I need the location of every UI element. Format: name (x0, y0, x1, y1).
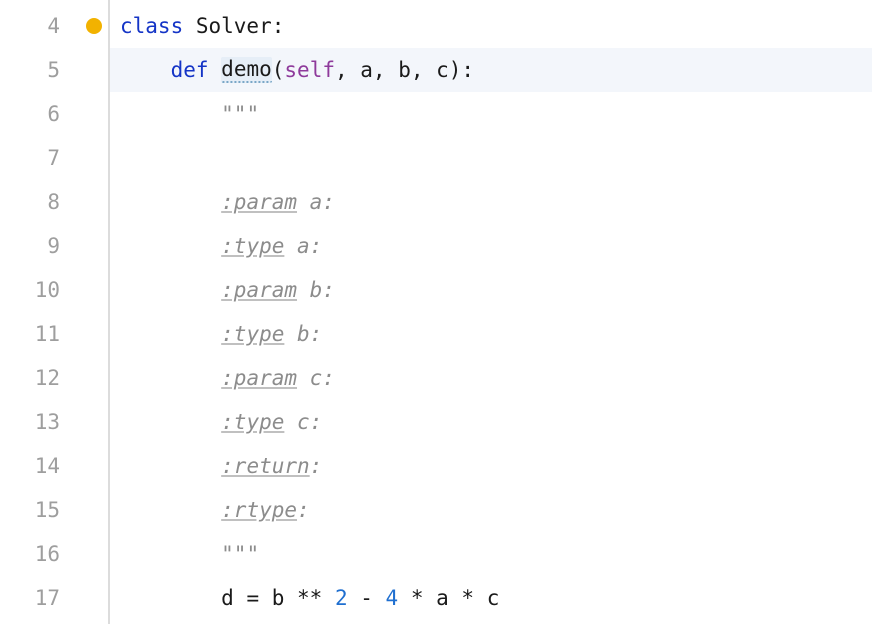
number-literal: 2 (335, 586, 348, 610)
indent (120, 586, 221, 610)
gutter: 4 5 6 7 8 9 10 11 12 13 14 15 16 17 (0, 0, 110, 624)
line-number[interactable]: 15 (0, 488, 108, 532)
line-number[interactable]: 8 (0, 180, 108, 224)
code-line[interactable]: :param a: (110, 180, 872, 224)
docstring-tag: :param (221, 278, 297, 302)
line-number-text: 13 (35, 410, 60, 434)
code-line[interactable]: :type a: (110, 224, 872, 268)
line-number-text: 8 (47, 190, 60, 214)
docstring-quote: """ (221, 542, 259, 566)
line-number[interactable]: 16 (0, 532, 108, 576)
code-line[interactable]: class Solver: (110, 4, 872, 48)
docstring-tag: :param (221, 366, 297, 390)
line-number-text: 9 (47, 234, 60, 258)
indent (120, 542, 221, 566)
line-number[interactable]: 12 (0, 356, 108, 400)
line-number[interactable]: 5 (0, 48, 108, 92)
line-number[interactable]: 10 (0, 268, 108, 312)
code-line[interactable]: :rtype: (110, 488, 872, 532)
indent (120, 278, 221, 302)
docstring-text: b: (284, 322, 322, 346)
docstring-text: a: (284, 234, 322, 258)
line-number-text: 7 (47, 146, 60, 170)
code-line[interactable]: d = b ** 2 - 4 * a * c (110, 576, 872, 620)
line-number-text: 12 (35, 366, 60, 390)
docstring-text: a: (297, 190, 335, 214)
keyword-def: def (171, 58, 209, 82)
code-line-current[interactable]: def demo(self, a, b, c): (110, 48, 872, 92)
code-line[interactable]: """ (110, 92, 872, 136)
indent (120, 234, 221, 258)
code-area[interactable]: class Solver: def demo(self, a, b, c): "… (110, 0, 872, 624)
line-number-text: 10 (35, 278, 60, 302)
indent (120, 58, 171, 82)
code-line[interactable]: :param b: (110, 268, 872, 312)
docstring-quote: """ (221, 102, 259, 126)
line-number[interactable]: 13 (0, 400, 108, 444)
docstring-tag: :type (221, 410, 284, 434)
docstring-tag: :rtype (221, 498, 297, 522)
line-number-text: 5 (47, 58, 60, 82)
line-number-text: 6 (47, 102, 60, 126)
code-line[interactable]: :type b: (110, 312, 872, 356)
paren-open: ( (272, 58, 285, 82)
docstring-text: : (310, 454, 323, 478)
docstring-text: c: (297, 366, 335, 390)
code-text: - (348, 586, 386, 610)
line-number-text: 4 (47, 14, 60, 38)
line-number[interactable]: 7 (0, 136, 108, 180)
params: , a, b, c): (335, 58, 474, 82)
docstring-tag: :return (221, 454, 310, 478)
code-line[interactable]: :type c: (110, 400, 872, 444)
indent (120, 366, 221, 390)
indent (120, 498, 221, 522)
code-text: d = b ** (221, 586, 335, 610)
code-text: * a * c (398, 586, 499, 610)
code-line[interactable] (110, 136, 872, 180)
line-number-text: 11 (35, 322, 60, 346)
keyword-self: self (284, 58, 335, 82)
code-line[interactable]: """ (110, 532, 872, 576)
space (209, 58, 222, 82)
class-name: Solver: (183, 14, 284, 38)
code-editor: 4 5 6 7 8 9 10 11 12 13 14 15 16 17 clas… (0, 0, 872, 624)
docstring-tag: :type (221, 322, 284, 346)
line-number-text: 15 (35, 498, 60, 522)
line-number-text: 14 (35, 454, 60, 478)
line-number[interactable]: 4 (0, 4, 108, 48)
indent (120, 322, 221, 346)
line-number[interactable]: 9 (0, 224, 108, 268)
indent (120, 102, 221, 126)
code-line[interactable]: :param c: (110, 356, 872, 400)
warning-marker-icon[interactable] (86, 18, 102, 34)
docstring-text: c: (284, 410, 322, 434)
keyword-class: class (120, 14, 183, 38)
docstring-tag: :type (221, 234, 284, 258)
docstring-text: : (297, 498, 310, 522)
number-literal: 4 (386, 586, 399, 610)
line-number-text: 17 (35, 586, 60, 610)
line-number[interactable]: 6 (0, 92, 108, 136)
indent (120, 190, 221, 214)
docstring-text: b: (297, 278, 335, 302)
function-name: demo (221, 57, 272, 83)
docstring-tag: :param (221, 190, 297, 214)
code-line[interactable]: :return: (110, 444, 872, 488)
line-number[interactable]: 14 (0, 444, 108, 488)
line-number[interactable]: 11 (0, 312, 108, 356)
line-number[interactable]: 17 (0, 576, 108, 620)
indent (120, 454, 221, 478)
indent (120, 410, 221, 434)
line-number-text: 16 (35, 542, 60, 566)
